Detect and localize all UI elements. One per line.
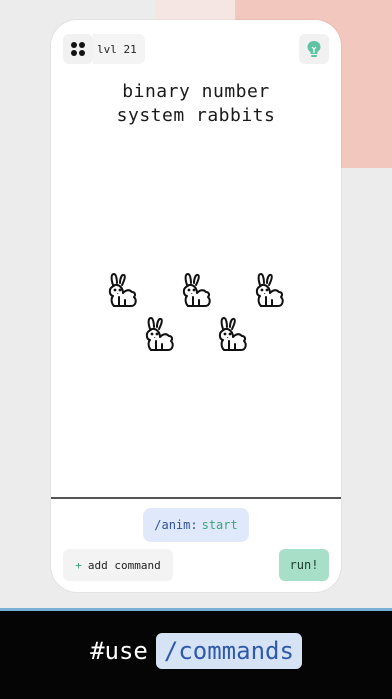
run-button[interactable]: run! [279, 549, 329, 581]
phone-screen: lvl 21 binary number system rabbits /ani… [51, 20, 341, 592]
level-indicator: lvl 21 [93, 34, 145, 64]
hint-button[interactable] [299, 34, 329, 64]
command-name: /anim: [154, 518, 198, 532]
puzzle-title-line1: binary number [122, 81, 270, 102]
add-command-button[interactable]: + add command [63, 549, 173, 581]
promo-highlight: /commands [155, 633, 302, 669]
rabbit-icon [215, 315, 249, 355]
rabbit-icon [179, 271, 213, 311]
add-command-label: add command [87, 558, 161, 572]
grid-icon [71, 42, 85, 56]
editor-divider [51, 497, 341, 499]
lightbulb-icon [307, 41, 321, 57]
promo-prefix: #use [90, 637, 148, 665]
command-argument: start [201, 518, 238, 532]
rabbit-icon [105, 271, 139, 311]
puzzle-title: binary number system rabbits [51, 80, 341, 128]
promo-text: #use /commands [0, 633, 392, 669]
puzzle-title-line2: system rabbits [116, 105, 276, 126]
rabbit-icon [142, 315, 176, 355]
menu-button[interactable] [63, 34, 93, 64]
plus-icon: + [75, 558, 82, 572]
promo-footer: #use /commands [0, 608, 392, 699]
command-chip[interactable]: /anim: start [143, 508, 249, 542]
rabbit-icon [252, 271, 286, 311]
